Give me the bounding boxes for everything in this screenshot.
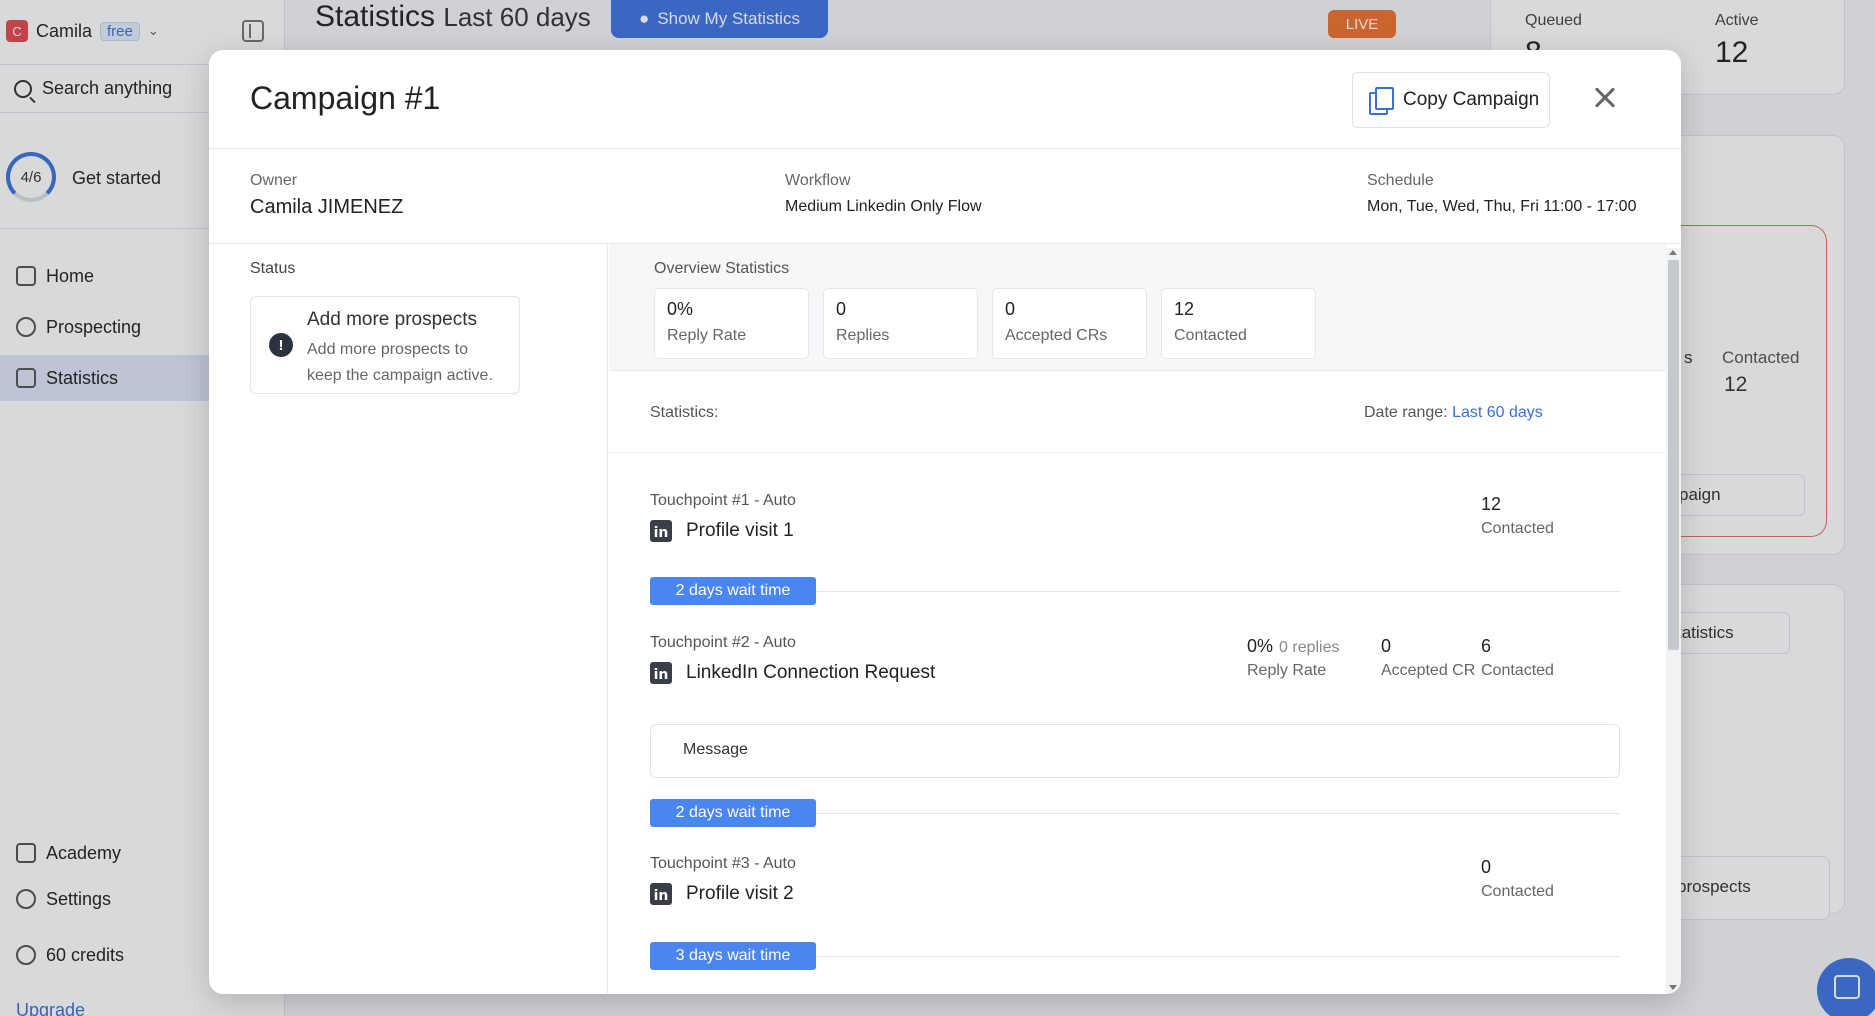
divider [816,813,1620,814]
statistics-panel: Overview Statistics 0% Reply Rate 0 Repl… [609,244,1681,994]
wait-time-badge: 2 days wait time [650,799,816,827]
contacted-value: 0 [1481,857,1492,877]
schedule-label: Schedule [1367,172,1434,189]
status-label: Status [250,260,296,277]
message-toggle[interactable]: Message [650,724,1620,778]
linkedin-icon: in [650,662,672,684]
scrollbar-thumb[interactable] [1668,260,1679,650]
scroll-down-arrow-icon[interactable] [1669,985,1677,990]
touchpoint-step: in Profile visit 1 [650,520,794,542]
overview-label: Overview Statistics [654,260,790,277]
contacted-label: Contacted [1481,883,1554,900]
workflow-value: Medium Linkedin Only Flow [785,198,982,215]
accepted-label: Accepted CR [1381,662,1476,679]
scroll-up-arrow-icon[interactable] [1669,250,1677,255]
owner-label: Owner [250,172,298,189]
owner-value: Camila JIMENEZ [250,196,404,218]
campaign-modal: Campaign #1 Copy Campaign Owner Camila J… [209,50,1681,994]
scrollbar[interactable] [1666,248,1681,994]
wait-time-row: 2 days wait time [650,799,1620,829]
copy-campaign-button[interactable]: Copy Campaign [1352,72,1550,128]
touchpoint-name: Touchpoint #3 - Auto [650,855,796,872]
reply-rate-value: 0% 0 replies [1247,636,1340,656]
alert-icon: ! [269,333,293,357]
divider [816,591,1620,592]
wait-time-badge: 2 days wait time [650,577,816,605]
overview-card-reply-rate: 0% Reply Rate [654,288,809,359]
divider [816,956,1620,957]
linkedin-icon: in [650,883,672,905]
contacted-label: Contacted [1481,662,1554,679]
schedule-value: Mon, Tue, Wed, Thu, Fri 11:00 - 17:00 [1367,198,1637,215]
touchpoint-step: in LinkedIn Connection Request [650,662,935,684]
touchpoint-name: Touchpoint #2 - Auto [650,634,796,651]
accepted-value: 0 [1381,636,1392,656]
workflow-label: Workflow [785,172,851,189]
contacted-label: Contacted [1481,520,1554,537]
statistics-label: Statistics: [650,404,719,421]
message-label: Message [683,741,748,758]
wait-time-row: 3 days wait time [650,942,1620,972]
status-panel: Status ! Add more prospects Add more pro… [209,244,608,994]
linkedin-icon: in [650,520,672,542]
overview-card-contacted: 12 Contacted [1161,288,1316,359]
status-card: ! Add more prospects Add more prospects … [250,296,520,394]
divider [609,452,1667,453]
copy-icon [1369,87,1394,115]
date-range: Date range: Last 60 days [1364,404,1543,421]
status-title: Add more prospects [307,309,478,330]
status-description: Add more prospects to keep the campaign … [307,341,493,384]
date-range-link[interactable]: Last 60 days [1452,404,1543,421]
touchpoint-step: in Profile visit 2 [650,883,794,905]
reply-rate-label: Reply Rate [1247,662,1327,679]
overview-card-replies: 0 Replies [823,288,978,359]
overview-statistics: Overview Statistics 0% Reply Rate 0 Repl… [609,244,1667,371]
contacted-value: 12 [1481,494,1502,514]
replies-count: 0 replies [1279,639,1340,656]
overview-card-accepted-crs: 0 Accepted CRs [992,288,1147,359]
wait-time-badge: 3 days wait time [650,942,816,970]
divider [209,148,1681,149]
touchpoint-name: Touchpoint #1 - Auto [650,492,796,509]
wait-time-row: 2 days wait time [650,577,1620,607]
modal-title: Campaign #1 [250,80,441,116]
contacted-value: 6 [1481,636,1492,656]
close-icon[interactable] [1589,82,1621,114]
